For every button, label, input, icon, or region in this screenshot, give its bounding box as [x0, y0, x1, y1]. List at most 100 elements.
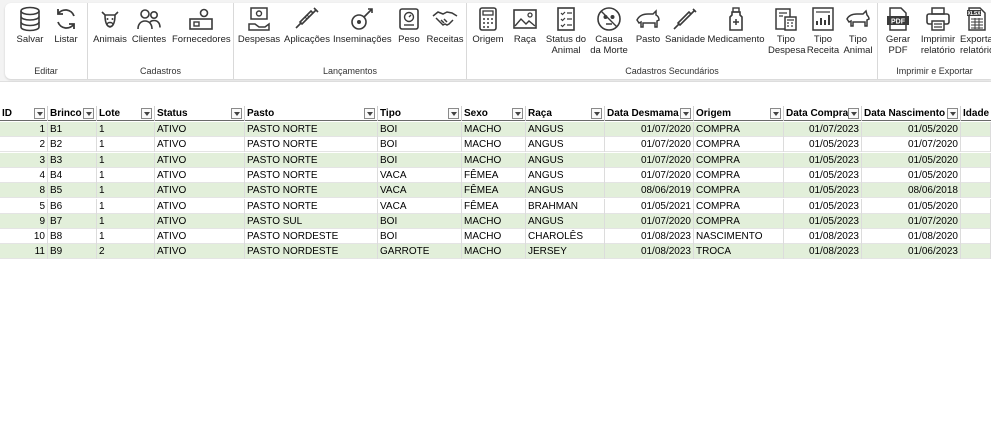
cell-brinco[interactable]: B5 — [48, 183, 97, 199]
table-row[interactable]: 11 B9 2 ATIVO PASTO NORDESTE GARROTE MACHO JERS… — [0, 244, 991, 260]
cell-origem[interactable]: COMPRA — [694, 152, 784, 168]
cell-origem[interactable]: COMPRA — [694, 167, 784, 183]
cell-raca[interactable]: ANGUS — [526, 183, 605, 199]
header-sexo[interactable]: Sexo — [462, 106, 526, 121]
cell-pasto[interactable]: PASTO NORDESTE — [245, 244, 378, 260]
cell-tipo[interactable]: VACA — [378, 198, 462, 214]
sanidade-button[interactable]: Sanidade — [665, 5, 705, 45]
cell-raca[interactable]: ANGUS — [526, 152, 605, 168]
filter-dropdown-icon[interactable] — [848, 108, 859, 119]
cell-data-nascimento[interactable]: 01/05/2020 — [862, 122, 961, 137]
cell-pasto[interactable]: PASTO NORTE — [245, 152, 378, 168]
header-brinco[interactable]: Brinco — [48, 106, 97, 121]
cell-origem[interactable]: NASCIMENTO — [694, 229, 784, 245]
cell-raca[interactable]: CHAROLÊS — [526, 229, 605, 245]
cell-idade[interactable] — [961, 198, 991, 214]
cell-pasto[interactable]: PASTO NORTE — [245, 137, 378, 153]
cell-data-nascimento[interactable]: 08/06/2018 — [862, 183, 961, 199]
header-data-nascimento[interactable]: Data Nascimento — [862, 106, 961, 121]
filter-dropdown-icon[interactable] — [448, 108, 459, 119]
cell-origem[interactable]: COMPRA — [694, 183, 784, 199]
filter-dropdown-icon[interactable] — [364, 108, 375, 119]
cell-brinco[interactable]: B8 — [48, 229, 97, 245]
cell-data-nascimento[interactable]: 01/07/2020 — [862, 137, 961, 153]
cell-data-desmama[interactable]: 08/06/2019 — [605, 183, 694, 199]
header-tipo[interactable]: Tipo — [378, 106, 462, 121]
cell-raca[interactable]: ANGUS — [526, 167, 605, 183]
filter-dropdown-icon[interactable] — [947, 108, 958, 119]
despesas-button[interactable]: Despesas — [237, 5, 281, 45]
cell-data-compra[interactable]: 01/05/2023 — [784, 213, 862, 229]
cell-pasto[interactable]: PASTO NORTE — [245, 167, 378, 183]
cell-brinco[interactable]: B7 — [48, 213, 97, 229]
cell-id[interactable]: 1 — [0, 122, 48, 137]
cell-tipo[interactable]: GARROTE — [378, 244, 462, 260]
cell-sexo[interactable]: FÊMEA — [462, 183, 526, 199]
cell-sexo[interactable]: MACHO — [462, 229, 526, 245]
cell-data-nascimento[interactable]: 01/08/2020 — [862, 229, 961, 245]
cell-data-compra[interactable]: 01/08/2023 — [784, 244, 862, 260]
cell-status[interactable]: ATIVO — [155, 137, 245, 153]
raca-button[interactable]: Raça — [508, 5, 542, 45]
cell-idade[interactable] — [961, 244, 991, 260]
table-row[interactable]: 3 B3 1 ATIVO PASTO NORTE BOI MACHO ANGUS 01/07/2… — [0, 152, 991, 168]
cell-lote[interactable]: 1 — [97, 183, 155, 199]
cell-raca[interactable]: BRAHMAN — [526, 198, 605, 214]
cell-brinco[interactable]: B4 — [48, 167, 97, 183]
cell-data-compra[interactable]: 01/08/2023 — [784, 229, 862, 245]
cell-sexo[interactable]: MACHO — [462, 244, 526, 260]
cell-data-compra[interactable]: 01/07/2023 — [784, 122, 862, 137]
header-id[interactable]: ID — [0, 106, 48, 121]
cell-status[interactable]: ATIVO — [155, 183, 245, 199]
causa-morte-button[interactable]: Causa da Morte — [589, 5, 629, 56]
cell-idade[interactable] — [961, 122, 991, 137]
tipo-despesa-button[interactable]: Tipo Despesa — [768, 5, 806, 56]
cell-brinco[interactable]: B1 — [48, 122, 97, 137]
cell-brinco[interactable]: B9 — [48, 244, 97, 260]
table-row[interactable]: 8 B5 1 ATIVO PASTO NORTE VACA FÊMEA ANGUS 08/06/… — [0, 183, 991, 199]
table-row[interactable]: 2 B2 1 ATIVO PASTO NORTE BOI MACHO ANGUS 01/07/2… — [0, 137, 991, 153]
cell-data-nascimento[interactable]: 01/05/2020 — [862, 152, 961, 168]
cell-id[interactable]: 8 — [0, 183, 48, 199]
header-data-compra[interactable]: Data Compra — [784, 106, 862, 121]
cell-lote[interactable]: 1 — [97, 213, 155, 229]
cell-raca[interactable]: ANGUS — [526, 213, 605, 229]
cell-lote[interactable]: 1 — [97, 152, 155, 168]
cell-id[interactable]: 10 — [0, 229, 48, 245]
cell-data-desmama[interactable]: 01/07/2020 — [605, 152, 694, 168]
cell-pasto[interactable]: PASTO NORDESTE — [245, 229, 378, 245]
cell-sexo[interactable]: FÊMEA — [462, 167, 526, 183]
cell-id[interactable]: 4 — [0, 167, 48, 183]
cell-data-desmama[interactable]: 01/07/2020 — [605, 137, 694, 153]
receitas-button[interactable]: Receitas — [426, 5, 464, 45]
animais-button[interactable]: Animais — [91, 5, 129, 45]
filter-dropdown-icon[interactable] — [591, 108, 602, 119]
cell-data-desmama[interactable]: 01/08/2023 — [605, 244, 694, 260]
cell-idade[interactable] — [961, 152, 991, 168]
cell-id[interactable]: 2 — [0, 137, 48, 153]
cell-tipo[interactable]: BOI — [378, 152, 462, 168]
cell-data-compra[interactable]: 01/05/2023 — [784, 183, 862, 199]
status-animal-button[interactable]: Status do Animal — [545, 5, 587, 56]
cell-id[interactable]: 5 — [0, 198, 48, 214]
cell-pasto[interactable]: PASTO NORTE — [245, 122, 378, 137]
cell-data-compra[interactable]: 01/05/2023 — [784, 137, 862, 153]
imprimir-relatorio-button[interactable]: Imprimir relatório — [918, 5, 958, 56]
cell-sexo[interactable]: FÊMEA — [462, 198, 526, 214]
pasto-button[interactable]: Pasto — [631, 5, 665, 45]
table-row[interactable]: 1 B1 1 ATIVO PASTO NORTE BOI MACHO ANGUS 01/07/2… — [0, 122, 991, 137]
cell-id[interactable]: 9 — [0, 213, 48, 229]
cell-idade[interactable] — [961, 229, 991, 245]
filter-dropdown-icon[interactable] — [231, 108, 242, 119]
table-row[interactable]: 5 B6 1 ATIVO PASTO NORTE VACA FÊMEA BRAHMAN 01/0… — [0, 198, 991, 214]
cell-status[interactable]: ATIVO — [155, 122, 245, 137]
cell-status[interactable]: ATIVO — [155, 152, 245, 168]
cell-brinco[interactable]: B2 — [48, 137, 97, 153]
tipo-receita-button[interactable]: Tipo Receita — [806, 5, 840, 56]
filter-dropdown-icon[interactable] — [83, 108, 94, 119]
cell-idade[interactable] — [961, 167, 991, 183]
peso-button[interactable]: Peso — [394, 5, 424, 45]
origem-button[interactable]: Origem — [470, 5, 506, 45]
cell-raca[interactable]: ANGUS — [526, 122, 605, 137]
cell-lote[interactable]: 1 — [97, 198, 155, 214]
